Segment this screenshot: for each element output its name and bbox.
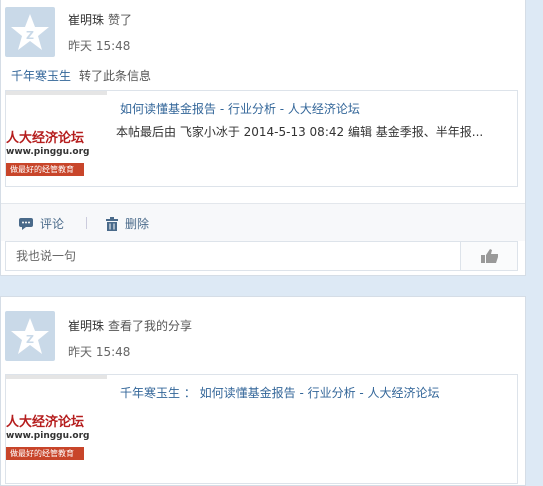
- comment-bubble-icon: [19, 217, 33, 230]
- delete-button[interactable]: 删除: [105, 215, 149, 232]
- thumbnail-top-bar: [6, 91, 107, 95]
- thumbnail-site-name: 人大经济论坛: [6, 131, 85, 146]
- action-text: 查看了我的分享: [108, 319, 193, 333]
- action-text: 赞了: [108, 13, 133, 27]
- thumbnail-slogan: 做最好的经管教育: [6, 447, 84, 460]
- default-avatar-star-icon: Z: [11, 14, 49, 50]
- avatar[interactable]: Z: [5, 311, 55, 361]
- reply-box: [5, 241, 518, 271]
- svg-text:Z: Z: [26, 333, 34, 346]
- reply-input[interactable]: [6, 242, 461, 270]
- thumbnail-site-url: www.pinggu.org: [6, 147, 90, 157]
- thumbnail-top-bar: [6, 375, 107, 379]
- repost-line: 千年寒玉生 转了此条信息: [11, 67, 151, 84]
- share-excerpt: 本帖最后由 飞家小冰于 2014-5-13 08:42 编辑 基金季报、半年报.…: [116, 125, 484, 139]
- shared-link-card[interactable]: 人大经济论坛 www.pinggu.org 做最好的经管教育 千年寒玉生 ： 如…: [5, 374, 518, 484]
- thumbs-up-icon: [481, 249, 498, 263]
- shared-link-card[interactable]: 人大经济论坛 www.pinggu.org 做最好的经管教育 如何读懂基金报告 …: [5, 90, 518, 187]
- timestamp: 昨天 15:48: [68, 39, 131, 53]
- feed-item: Z 崔明珠 赞了 昨天 15:48 千年寒玉生 转了此条信息 人大经济论坛 www.…: [0, 0, 526, 276]
- user-name-link[interactable]: 崔明珠: [68, 13, 104, 27]
- share-thumbnail[interactable]: 人大经济论坛 www.pinggu.org 做最好的经管教育: [6, 91, 107, 186]
- toolbar-divider: [86, 217, 87, 229]
- like-button[interactable]: [460, 242, 517, 270]
- share-title-link[interactable]: 如何读懂基金报告 - 行业分析 - 人大经济论坛: [120, 100, 360, 117]
- share-thumbnail[interactable]: 人大经济论坛 www.pinggu.org 做最好的经管教育: [6, 375, 107, 483]
- share-title-link[interactable]: 千年寒玉生 ： 如何读懂基金报告 - 行业分析 - 人大经济论坛: [120, 384, 440, 401]
- repost-user-link[interactable]: 千年寒玉生: [11, 69, 71, 83]
- timestamp: 昨天 15:48: [68, 345, 131, 359]
- repost-text: 转了此条信息: [79, 69, 152, 83]
- avatar[interactable]: Z: [5, 7, 55, 57]
- action-toolbar: 评论 删除: [1, 203, 525, 241]
- thumbnail-slogan: 做最好的经管教育: [6, 163, 84, 176]
- feed-headline: 崔明珠 赞了: [68, 11, 132, 28]
- thumbnail-site-name: 人大经济论坛: [6, 415, 85, 430]
- user-name-link[interactable]: 崔明珠: [68, 319, 104, 333]
- feed-headline: 崔明珠 查看了我的分享: [68, 317, 192, 334]
- feed-item: Z 崔明珠 查看了我的分享 昨天 15:48 人大经济论坛 www.pinggu.…: [0, 296, 526, 486]
- thumbnail-site-url: www.pinggu.org: [6, 431, 90, 441]
- svg-text:Z: Z: [26, 29, 34, 42]
- delete-label: 删除: [125, 217, 150, 231]
- trash-icon: [106, 216, 118, 231]
- default-avatar-star-icon: Z: [11, 318, 49, 354]
- comment-button[interactable]: 评论: [18, 215, 64, 232]
- comment-label: 评论: [40, 217, 65, 231]
